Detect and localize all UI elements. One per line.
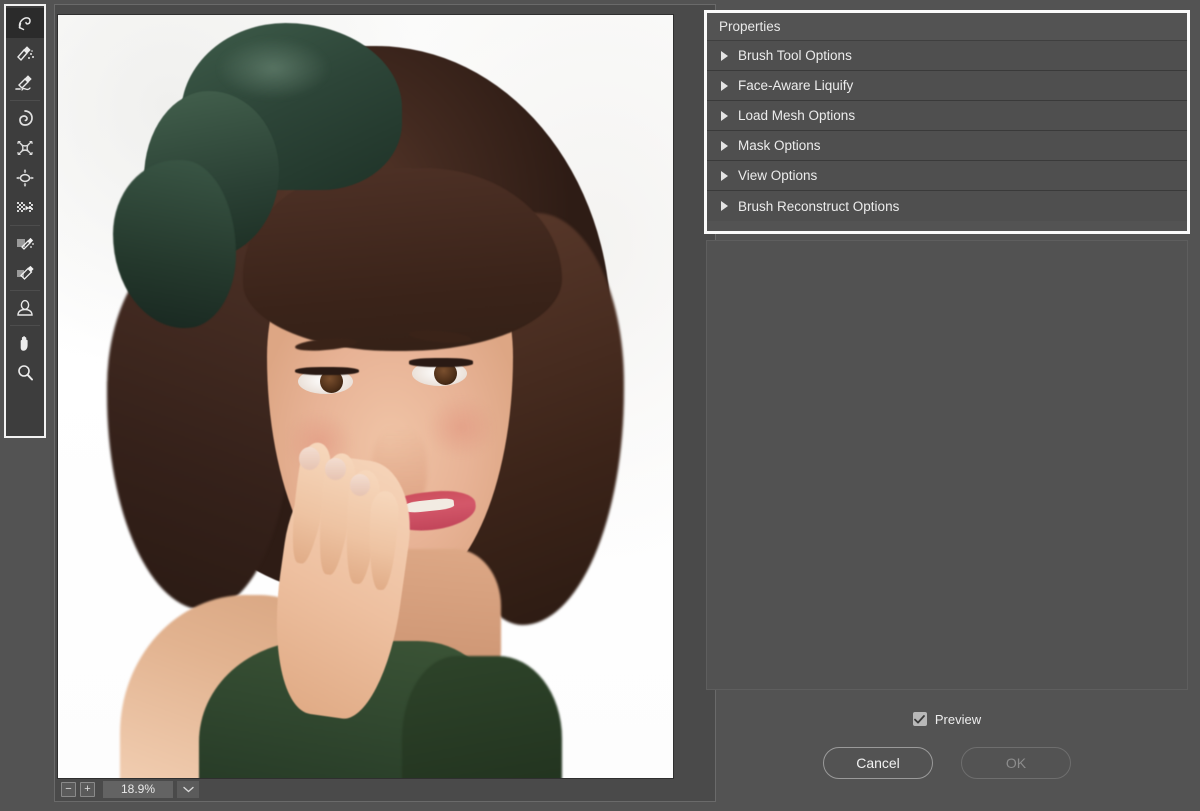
triangle-right-icon xyxy=(721,141,728,151)
face-tool[interactable] xyxy=(6,293,44,323)
preview-checkbox[interactable] xyxy=(913,712,927,726)
checkmark-icon xyxy=(914,715,925,724)
properties-row-label: Brush Reconstruct Options xyxy=(738,199,899,214)
triangle-right-icon xyxy=(721,201,728,211)
zoom-tool[interactable] xyxy=(6,358,44,388)
properties-row-brush-tool-options[interactable]: Brush Tool Options xyxy=(707,41,1187,71)
zoom-out-button[interactable]: − xyxy=(61,782,76,797)
freeze-mask-icon xyxy=(14,232,36,254)
hand-tool[interactable] xyxy=(6,328,44,358)
bloat-icon xyxy=(14,167,36,189)
properties-row-view-options[interactable]: View Options xyxy=(707,161,1187,191)
reconstruct-tool[interactable] xyxy=(6,38,44,68)
forward-warp-icon xyxy=(14,12,36,34)
pucker-tool[interactable] xyxy=(6,133,44,163)
preview-label: Preview xyxy=(935,712,981,727)
properties-row-label: Face-Aware Liquify xyxy=(738,78,853,93)
portrait-photo xyxy=(58,15,673,778)
cancel-button[interactable]: Cancel xyxy=(823,747,933,779)
triangle-right-icon xyxy=(721,81,728,91)
bloat-tool[interactable] xyxy=(6,163,44,193)
toolbar-divider-2 xyxy=(10,225,40,226)
toolbar-divider-3 xyxy=(10,290,40,291)
properties-row-face-aware-liquify[interactable]: Face-Aware Liquify xyxy=(707,71,1187,101)
push-left-icon xyxy=(14,197,36,219)
properties-row-load-mesh-options[interactable]: Load Mesh Options xyxy=(707,101,1187,131)
smooth-tool[interactable] xyxy=(6,68,44,98)
triangle-right-icon xyxy=(721,51,728,61)
zoom-level-value[interactable]: 18.9% xyxy=(103,781,173,798)
properties-row-label: Brush Tool Options xyxy=(738,48,852,63)
triangle-right-icon xyxy=(721,111,728,121)
forward-warp-tool[interactable] xyxy=(6,8,44,38)
toolbar-divider-4 xyxy=(10,325,40,326)
twirl-clockwise-icon xyxy=(14,107,36,129)
properties-header: Properties xyxy=(707,13,1187,41)
toolbar-divider-1 xyxy=(10,100,40,101)
canvas-status-bar: − + 18.9% xyxy=(57,779,674,799)
push-left-tool[interactable] xyxy=(6,193,44,223)
preview-row: Preview xyxy=(704,708,1190,730)
zoom-in-button[interactable]: + xyxy=(80,782,95,797)
pucker-icon xyxy=(14,137,36,159)
chevron-down-icon[interactable] xyxy=(177,781,199,798)
triangle-right-icon xyxy=(721,171,728,181)
thaw-mask-icon xyxy=(14,262,36,284)
properties-row-label: Mask Options xyxy=(738,138,821,153)
freeze-mask-tool[interactable] xyxy=(6,228,44,258)
properties-panel: Properties Brush Tool Options Face-Aware… xyxy=(704,10,1190,234)
face-icon xyxy=(14,297,36,319)
reconstruct-icon xyxy=(14,42,36,64)
image-canvas-frame: − + 18.9% xyxy=(54,4,716,802)
twirl-clockwise-tool[interactable] xyxy=(6,103,44,133)
image-preview-area[interactable] xyxy=(57,14,674,779)
thaw-mask-tool[interactable] xyxy=(6,258,44,288)
properties-row-label: Load Mesh Options xyxy=(738,108,855,123)
properties-row-label: View Options xyxy=(738,168,817,183)
dialog-button-row: Cancel OK xyxy=(704,746,1190,780)
liquify-toolbar xyxy=(4,4,46,438)
properties-title: Properties xyxy=(719,19,781,34)
properties-empty-area xyxy=(706,240,1188,690)
ok-button: OK xyxy=(961,747,1071,779)
smooth-icon xyxy=(14,72,36,94)
properties-row-mask-options[interactable]: Mask Options xyxy=(707,131,1187,161)
magnifier-icon xyxy=(14,362,36,384)
chevron-down-glyph xyxy=(183,786,194,793)
properties-row-brush-reconstruct-options[interactable]: Brush Reconstruct Options xyxy=(707,191,1187,221)
hand-icon xyxy=(14,332,36,354)
